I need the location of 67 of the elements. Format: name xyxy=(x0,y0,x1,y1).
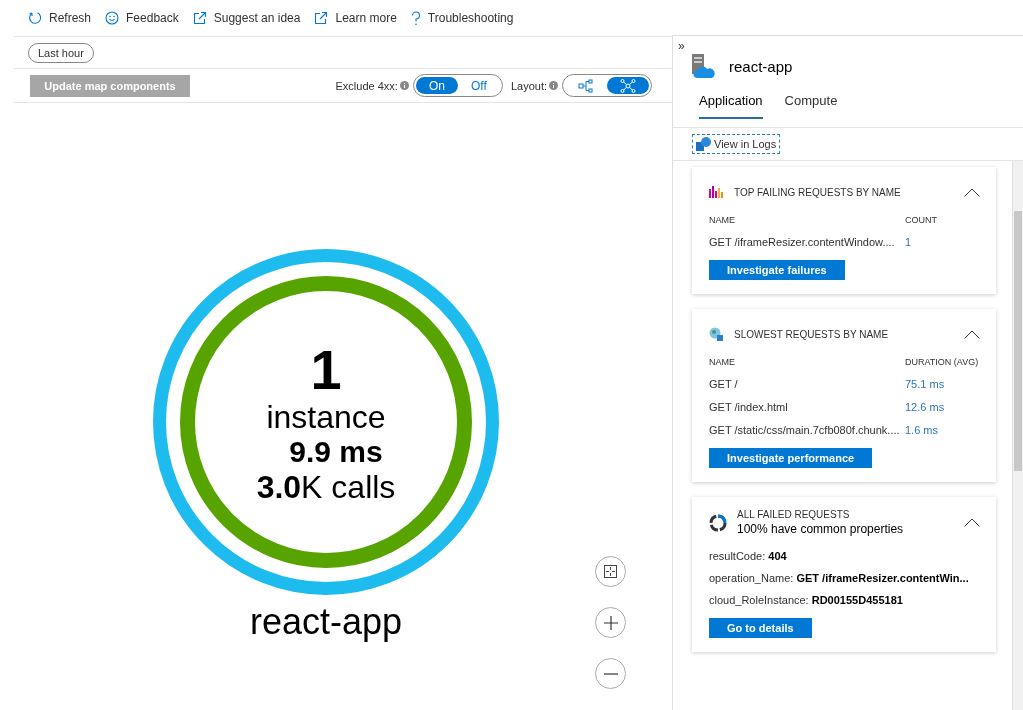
request-name: GET / xyxy=(709,378,739,390)
collapse-icon[interactable] xyxy=(964,329,980,339)
layout-label: Layout: xyxy=(510,79,547,92)
panel-title: react-app xyxy=(729,58,793,75)
card-subtitle: 100% have common properties xyxy=(737,522,905,536)
column-header: DURATION (AVG) xyxy=(905,357,980,367)
ring-chart-icon xyxy=(709,513,727,532)
network-icon xyxy=(620,78,636,93)
property-line: resultCode: 404 xyxy=(709,550,788,562)
hierarchy-icon xyxy=(578,78,594,93)
node-outer-ring[interactable]: 1 instance 9.9 ms 3.0K calls xyxy=(153,249,499,595)
logs-icon xyxy=(696,137,711,151)
value-link[interactable]: 12.6 ms xyxy=(905,401,980,413)
request-name: GET /index.html xyxy=(709,401,789,413)
request-name: GET /static/css/main.7cfb080f.chunk.... xyxy=(709,424,901,436)
fit-icon xyxy=(604,565,617,578)
card-title: SLOWEST REQUESTS BY NAME xyxy=(734,328,890,340)
toolbar-button[interactable]: Feedback xyxy=(105,11,179,25)
card-title: ALL FAILED REQUESTS xyxy=(737,509,851,520)
column-header: NAME xyxy=(709,357,736,367)
toggle-option[interactable]: On xyxy=(415,77,458,94)
view-in-logs-button[interactable]: View in Logs xyxy=(692,134,781,154)
plus-icon xyxy=(603,615,618,630)
column-header: NAME xyxy=(709,215,736,225)
instance-count: 1 xyxy=(310,341,342,398)
toggle-option[interactable]: Off xyxy=(457,77,500,94)
minus-icon xyxy=(603,672,618,675)
globe-icon xyxy=(709,326,724,342)
external-link-icon xyxy=(192,11,207,25)
panel-tab[interactable]: Compute xyxy=(784,93,838,119)
value-link[interactable]: 75.1 ms xyxy=(905,378,980,390)
scrollbar[interactable] xyxy=(1012,161,1023,710)
request-name: GET /iframeResizer.contentWindow.... xyxy=(709,236,896,248)
value-link[interactable]: 1.6 ms xyxy=(905,424,980,436)
collapse-panel-button[interactable]: » xyxy=(673,36,1023,50)
collapse-icon[interactable] xyxy=(964,187,980,197)
exclude-label: Exclude 4xx: xyxy=(335,79,398,92)
property-line: cloud_RoleInstance: RD00155D455181 xyxy=(709,594,904,606)
toolbar-button[interactable]: Learn more xyxy=(314,11,397,25)
zoom-out-button[interactable] xyxy=(595,658,626,689)
toolbar-button[interactable]: Suggest an idea xyxy=(192,11,301,25)
zoom-in-button[interactable] xyxy=(595,607,626,638)
duration-value: 9.9 ms xyxy=(289,436,383,467)
toolbar-button[interactable]: Troubleshooting xyxy=(410,10,514,26)
info-icon xyxy=(399,81,409,90)
value-link[interactable]: 1 xyxy=(905,236,980,248)
card-title: TOP FAILING REQUESTS BY NAME xyxy=(734,186,902,198)
help-icon xyxy=(410,10,421,26)
fit-view-button[interactable] xyxy=(595,556,626,587)
smiley-icon xyxy=(105,11,120,25)
node-name: react-app xyxy=(249,601,403,643)
info-icon xyxy=(549,81,558,90)
collapse-icon[interactable] xyxy=(964,518,980,527)
card-action-button[interactable]: Investigate performance xyxy=(709,448,873,468)
column-header: COUNT xyxy=(905,215,938,225)
toolbar-button[interactable]: Refresh xyxy=(28,11,92,25)
external-link-icon xyxy=(314,11,329,25)
refresh-icon xyxy=(28,11,42,25)
property-line: operation_Name: GET /iframeResizer.contentWin... xyxy=(709,572,970,584)
calls-value: 3.0K calls xyxy=(256,470,396,503)
server-cloud-icon xyxy=(691,54,715,79)
layout-option[interactable] xyxy=(607,77,649,94)
instance-label: instance xyxy=(266,400,386,433)
panel-tab[interactable]: Application xyxy=(699,93,763,119)
card-action-button[interactable]: Investigate failures xyxy=(709,260,845,280)
bar-chart-icon xyxy=(709,186,724,198)
card-action-button[interactable]: Go to details xyxy=(709,618,812,638)
